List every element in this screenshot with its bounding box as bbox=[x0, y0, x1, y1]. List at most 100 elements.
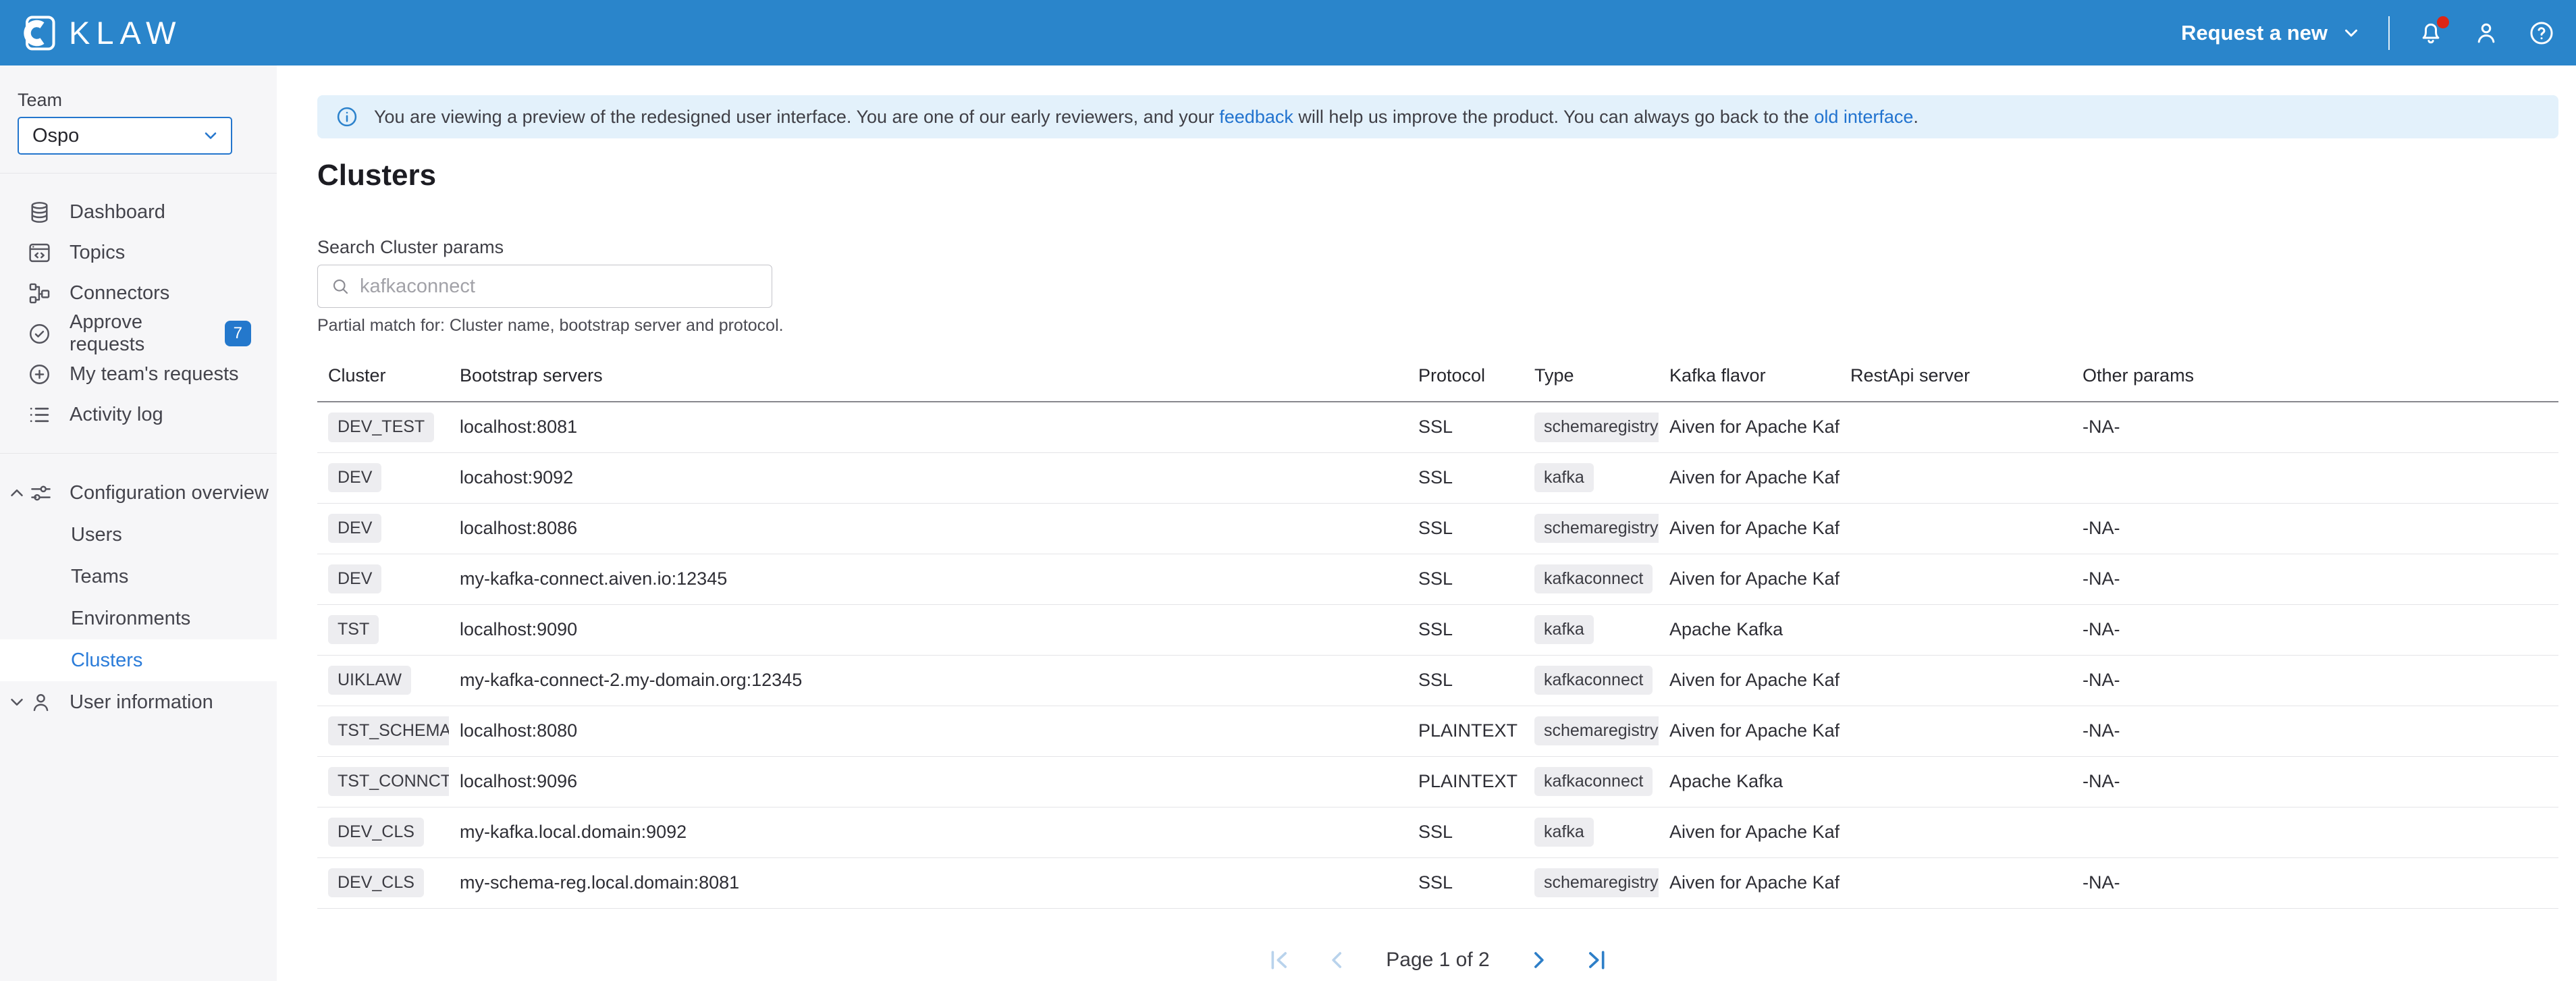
type-chip: schemaregistry bbox=[1534, 868, 1659, 898]
klaw-logo[interactable]: KLAW bbox=[18, 13, 182, 53]
cell-kafka-flavor: Aiven for Apache Kafka bbox=[1659, 452, 1840, 503]
type-chip: kafka bbox=[1534, 615, 1594, 645]
old-interface-link[interactable]: old interface bbox=[1814, 107, 1913, 127]
cell-cluster: DEV bbox=[317, 554, 449, 604]
cell-restapi-server bbox=[1840, 554, 2072, 604]
next-page-button[interactable] bbox=[1525, 947, 1552, 974]
previous-page-button[interactable] bbox=[1324, 947, 1351, 974]
search-icon bbox=[330, 276, 350, 296]
sidebar-item-label: Approve requests bbox=[70, 311, 207, 356]
cell-cluster: TST_SCHEMA bbox=[317, 706, 449, 756]
last-page-icon bbox=[1583, 947, 1610, 974]
cell-bootstrap-servers: locahost:9092 bbox=[449, 452, 1407, 503]
request-a-new-button[interactable]: Request a new bbox=[2181, 21, 2361, 45]
sidebar-group-user-information[interactable]: User information bbox=[0, 681, 277, 723]
topics-icon bbox=[27, 240, 52, 265]
preview-banner: You are viewing a preview of the redesig… bbox=[317, 95, 2558, 138]
column-header-cluster: Cluster bbox=[317, 354, 449, 402]
sidebar-subitem-label: Teams bbox=[71, 566, 128, 588]
cluster-chip: DEV_TEST bbox=[328, 413, 434, 442]
cluster-chip: UIKLAW bbox=[328, 666, 411, 695]
sidebar-item-label: Activity log bbox=[70, 404, 163, 426]
sidebar-item-dashboard[interactable]: Dashboard bbox=[0, 192, 277, 232]
cell-bootstrap-servers: my-kafka-connect.aiven.io:12345 bbox=[449, 554, 1407, 604]
cell-type: kafka bbox=[1524, 452, 1659, 503]
type-chip: schemaregistry bbox=[1534, 514, 1659, 543]
cell-protocol: PLAINTEXT bbox=[1407, 706, 1524, 756]
table-row: UIKLAWmy-kafka-connect-2.my-domain.org:1… bbox=[317, 655, 2558, 706]
first-page-icon bbox=[1266, 947, 1293, 974]
feedback-link[interactable]: feedback bbox=[1219, 107, 1293, 127]
banner-text-middle: will help us improve the product. You ca… bbox=[1293, 107, 1814, 127]
notifications-button[interactable] bbox=[2417, 19, 2445, 47]
cell-bootstrap-servers: localhost:8081 bbox=[449, 402, 1407, 452]
search-input[interactable] bbox=[360, 275, 759, 298]
sidebar-item-connectors[interactable]: Connectors bbox=[0, 273, 277, 313]
column-header-type: Type bbox=[1524, 354, 1659, 402]
sidebar-subitem-users[interactable]: Users bbox=[0, 514, 277, 556]
type-chip: schemaregistry bbox=[1534, 413, 1659, 442]
cell-protocol: SSL bbox=[1407, 554, 1524, 604]
banner-text-before: You are viewing a preview of the redesig… bbox=[374, 107, 1219, 127]
team-select[interactable]: Ospo bbox=[18, 117, 232, 155]
search-box bbox=[317, 265, 772, 308]
cell-restapi-server bbox=[1840, 857, 2072, 908]
sidebar-item-activity-log[interactable]: Activity log bbox=[0, 394, 277, 435]
chevron-up-icon bbox=[7, 483, 27, 503]
type-chip: kafka bbox=[1534, 463, 1594, 493]
database-icon bbox=[27, 200, 52, 225]
cell-restapi-server bbox=[1840, 756, 2072, 807]
cell-bootstrap-servers: localhost:9096 bbox=[449, 756, 1407, 807]
cluster-chip: DEV bbox=[328, 564, 381, 594]
profile-button[interactable] bbox=[2472, 19, 2500, 47]
sidebar-subitem-teams[interactable]: Teams bbox=[0, 556, 277, 598]
cell-bootstrap-servers: localhost:8086 bbox=[449, 503, 1407, 554]
cell-other-params: -NA- bbox=[2072, 554, 2558, 604]
settings-sliders-icon bbox=[28, 481, 53, 506]
type-chip: kafkaconnect bbox=[1534, 564, 1653, 594]
sidebar-item-topics[interactable]: Topics bbox=[0, 232, 277, 273]
sidebar-divider bbox=[0, 173, 277, 174]
cell-cluster: DEV bbox=[317, 452, 449, 503]
sidebar-item-approve-requests[interactable]: Approve requests 7 bbox=[0, 313, 277, 354]
chevron-down-icon bbox=[7, 692, 27, 712]
type-chip: schemaregistry bbox=[1534, 716, 1659, 746]
sidebar-subitem-environments[interactable]: Environments bbox=[0, 598, 277, 639]
sidebar-subitem-clusters[interactable]: Clusters bbox=[0, 639, 277, 681]
sidebar-subitem-label: Clusters bbox=[71, 649, 142, 672]
sidebar-item-label: Dashboard bbox=[70, 201, 165, 223]
cell-type: kafkaconnect bbox=[1524, 756, 1659, 807]
cell-type: kafkaconnect bbox=[1524, 554, 1659, 604]
cell-cluster: UIKLAW bbox=[317, 655, 449, 706]
pending-requests-badge: 7 bbox=[225, 321, 251, 346]
cell-restapi-server bbox=[1840, 452, 2072, 503]
main-content: You are viewing a preview of the redesig… bbox=[277, 65, 2576, 981]
cell-restapi-server bbox=[1840, 807, 2072, 857]
last-page-button[interactable] bbox=[1583, 947, 1610, 974]
cell-restapi-server bbox=[1840, 503, 2072, 554]
cluster-chip: DEV bbox=[328, 514, 381, 543]
search-label: Search Cluster params bbox=[317, 237, 2558, 258]
cell-type: kafka bbox=[1524, 807, 1659, 857]
table-row: TST_SCHEMAlocalhost:8080PLAINTEXTschemar… bbox=[317, 706, 2558, 756]
sidebar-group-configuration-overview[interactable]: Configuration overview bbox=[0, 472, 277, 514]
cell-other-params: -NA- bbox=[2072, 655, 2558, 706]
table-row: DEV my-kafka-connect.aiven.io:12345SSL kaf… bbox=[317, 554, 2558, 604]
cell-protocol: PLAINTEXT bbox=[1407, 756, 1524, 807]
cluster-chip: TST_SCHEMA bbox=[328, 716, 449, 746]
help-button[interactable] bbox=[2527, 19, 2556, 47]
sidebar-item-my-team-s-requests[interactable]: My team's requests bbox=[0, 354, 277, 394]
team-select-value: Ospo bbox=[32, 125, 201, 147]
cell-cluster: TST bbox=[317, 604, 449, 655]
sidebar-group-label: User information bbox=[70, 691, 213, 714]
clusters-table: ClusterBootstrap serversProtocolTypeKafk… bbox=[317, 354, 2558, 909]
table-row: DEV_CLSmy-kafka.local.domain:9092SSLkafk… bbox=[317, 807, 2558, 857]
cell-bootstrap-servers: my-kafka.local.domain:9092 bbox=[449, 807, 1407, 857]
sidebar-nav: Dashboard Topics Connectors Approve requ… bbox=[0, 192, 277, 435]
cell-bootstrap-servers: my-schema-reg.local.domain:8081 bbox=[449, 857, 1407, 908]
cell-cluster: DEV_TEST bbox=[317, 402, 449, 452]
banner-text-after: . bbox=[1913, 107, 1918, 127]
top-bar: KLAW Request a new bbox=[0, 0, 2576, 65]
table-row: DEVlocahost:9092SSLkafkaAiven for Apache… bbox=[317, 452, 2558, 503]
first-page-button[interactable] bbox=[1266, 947, 1293, 974]
